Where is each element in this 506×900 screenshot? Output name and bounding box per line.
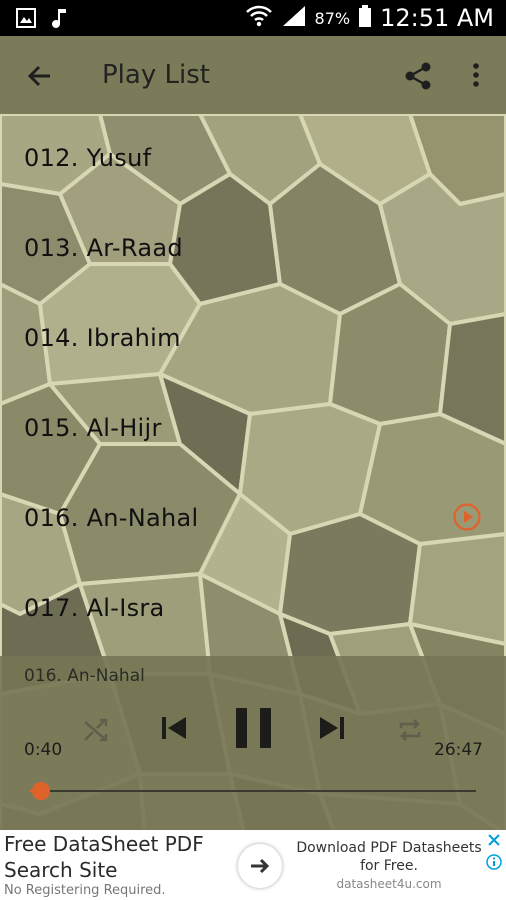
share-button[interactable] [402, 60, 434, 92]
battery-icon [358, 4, 372, 32]
info-icon [486, 854, 502, 870]
track-title: 015. Al-Hijr [24, 414, 162, 442]
ad-close-button[interactable] [486, 832, 502, 848]
list-item[interactable]: 015. Al-Hijr [0, 384, 506, 474]
skip-next-icon [320, 717, 344, 739]
app-bar: Play List [0, 36, 506, 114]
track-title: 017. Al-Isra [24, 594, 165, 622]
arrow-right-icon [251, 858, 270, 874]
now-playing-title: 016. An-Nahal [24, 666, 145, 686]
pause-button[interactable] [234, 706, 274, 754]
playlist: 012. Yusuf 013. Ar-Raad 014. Ibrahim 015… [0, 114, 506, 656]
total-time: 26:47 [434, 740, 483, 760]
track-title: 012. Yusuf [24, 144, 152, 172]
previous-button[interactable] [158, 712, 190, 748]
track-title: 014. Ibrahim [24, 324, 181, 352]
shuffle-button[interactable] [82, 716, 110, 748]
player-panel: 016. An-Nahal 0:40 26:47 [0, 656, 506, 830]
ad-info-button[interactable] [486, 854, 502, 870]
battery-percent: 87% [314, 8, 351, 28]
music-note-icon [48, 6, 72, 30]
status-bar-notifications [14, 6, 72, 30]
share-icon [405, 62, 431, 90]
shuffle-icon [84, 718, 108, 742]
ad-headline-line2: Search Site [4, 858, 118, 882]
more-options-button[interactable] [466, 60, 486, 92]
seek-bar[interactable] [30, 782, 476, 800]
list-item[interactable]: 013. Ar-Raad [0, 204, 506, 294]
repeat-button[interactable] [396, 716, 424, 748]
ad-tagline: No Registering Required. [4, 883, 166, 898]
track-title: 016. An-Nahal [24, 504, 199, 532]
ad-open-button[interactable] [238, 844, 282, 888]
wifi-icon [245, 4, 273, 32]
current-time: 0:40 [24, 740, 63, 760]
gallery-icon [14, 6, 38, 30]
list-item[interactable]: 017. Al-Isra [0, 564, 506, 654]
track-title: 013. Ar-Raad [24, 234, 183, 262]
list-item-playing[interactable]: 016. An-Nahal [0, 474, 506, 564]
status-bar-system: 87% 12:51 AM [245, 0, 494, 36]
list-item[interactable]: 014. Ibrahim [0, 294, 506, 384]
signal-icon [281, 4, 307, 32]
clock: 12:51 AM [380, 4, 494, 32]
back-button[interactable] [24, 60, 56, 92]
ad-description-line2: for Free. [360, 858, 418, 874]
pause-icon [236, 708, 271, 748]
ad-banner[interactable]: Free DataSheet PDF Search Site No Regist… [0, 830, 506, 900]
page-title: Play List [102, 60, 210, 90]
list-item[interactable]: 012. Yusuf [0, 114, 506, 204]
more-vert-icon [473, 63, 479, 87]
ad-domain: datasheet4u.com [336, 877, 442, 891]
now-playing-icon [452, 502, 482, 532]
repeat-icon [399, 719, 421, 741]
ad-headline-line1: Free DataSheet PDF [4, 832, 204, 856]
ad-description-line1: Download PDF Datasheets [296, 840, 482, 856]
skip-previous-icon [162, 717, 186, 739]
close-icon [488, 834, 500, 846]
back-arrow-icon [27, 65, 50, 87]
status-bar: 87% 12:51 AM [0, 0, 506, 36]
next-button[interactable] [316, 712, 348, 748]
seek-thumb[interactable] [32, 782, 51, 800]
